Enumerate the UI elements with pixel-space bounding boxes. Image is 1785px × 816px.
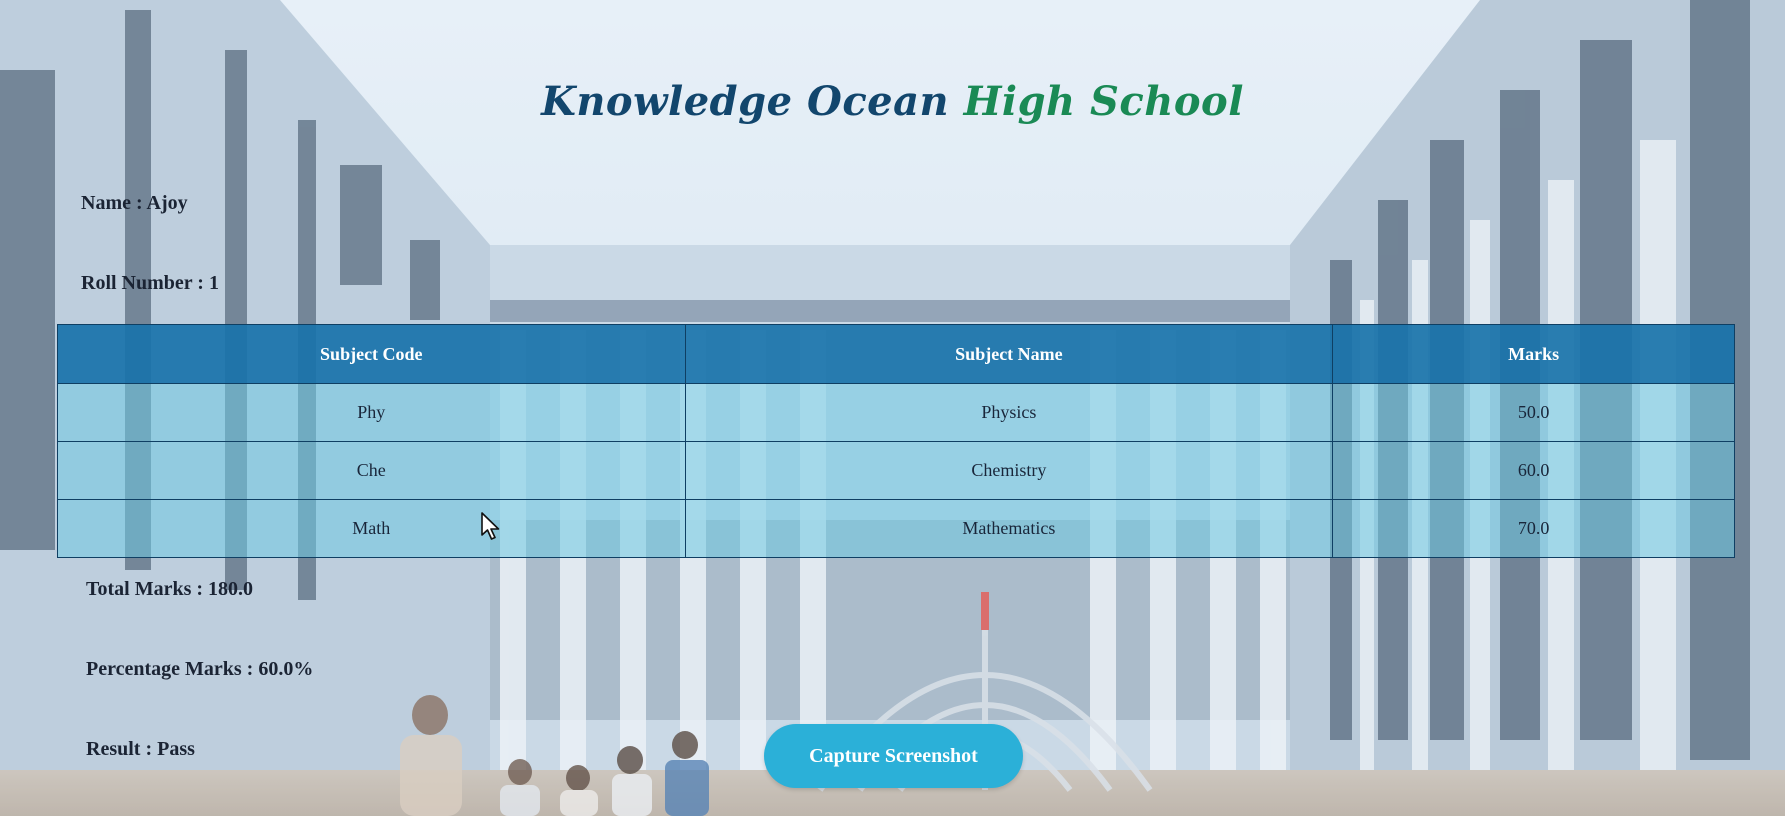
cell-subject-name: Mathematics	[684, 499, 1334, 558]
table-row: Phy Physics 50.0	[57, 383, 1735, 442]
school-title-part1: Knowledge Ocean	[541, 78, 950, 125]
cell-marks: 70.0	[1332, 499, 1735, 558]
cell-marks: 60.0	[1332, 441, 1735, 500]
total-marks: Total Marks : 180.0	[86, 578, 254, 600]
student-name: Name : Ajoy	[81, 192, 188, 214]
marks-table-container: Subject Code Subject Name Marks Phy Phys…	[57, 324, 1735, 558]
cell-subject-name: Physics	[684, 383, 1334, 442]
table-row: Math Mathematics 70.0	[57, 499, 1735, 558]
marks-table: Subject Code Subject Name Marks Phy Phys…	[57, 324, 1735, 558]
header-subject-name: Subject Name	[684, 324, 1334, 384]
result-status: Result : Pass	[86, 738, 195, 760]
cell-marks: 50.0	[1332, 383, 1735, 442]
capture-screenshot-button[interactable]: Capture Screenshot	[764, 724, 1023, 788]
header-marks: Marks	[1332, 324, 1735, 384]
cell-subject-code: Che	[57, 441, 686, 500]
student-roll-number: Roll Number : 1	[81, 272, 219, 294]
header-subject-code: Subject Code	[57, 324, 686, 384]
cell-subject-name: Chemistry	[684, 441, 1334, 500]
cell-subject-code: Phy	[57, 383, 686, 442]
percentage-marks: Percentage Marks : 60.0%	[86, 658, 314, 680]
mouse-pointer-icon	[480, 512, 502, 542]
cell-subject-code: Math	[57, 499, 686, 558]
table-header-row: Subject Code Subject Name Marks	[57, 324, 1735, 384]
table-row: Che Chemistry 60.0	[57, 441, 1735, 500]
school-title-part2: High School	[963, 78, 1244, 125]
school-title: Knowledge Ocean High School	[0, 78, 1785, 125]
